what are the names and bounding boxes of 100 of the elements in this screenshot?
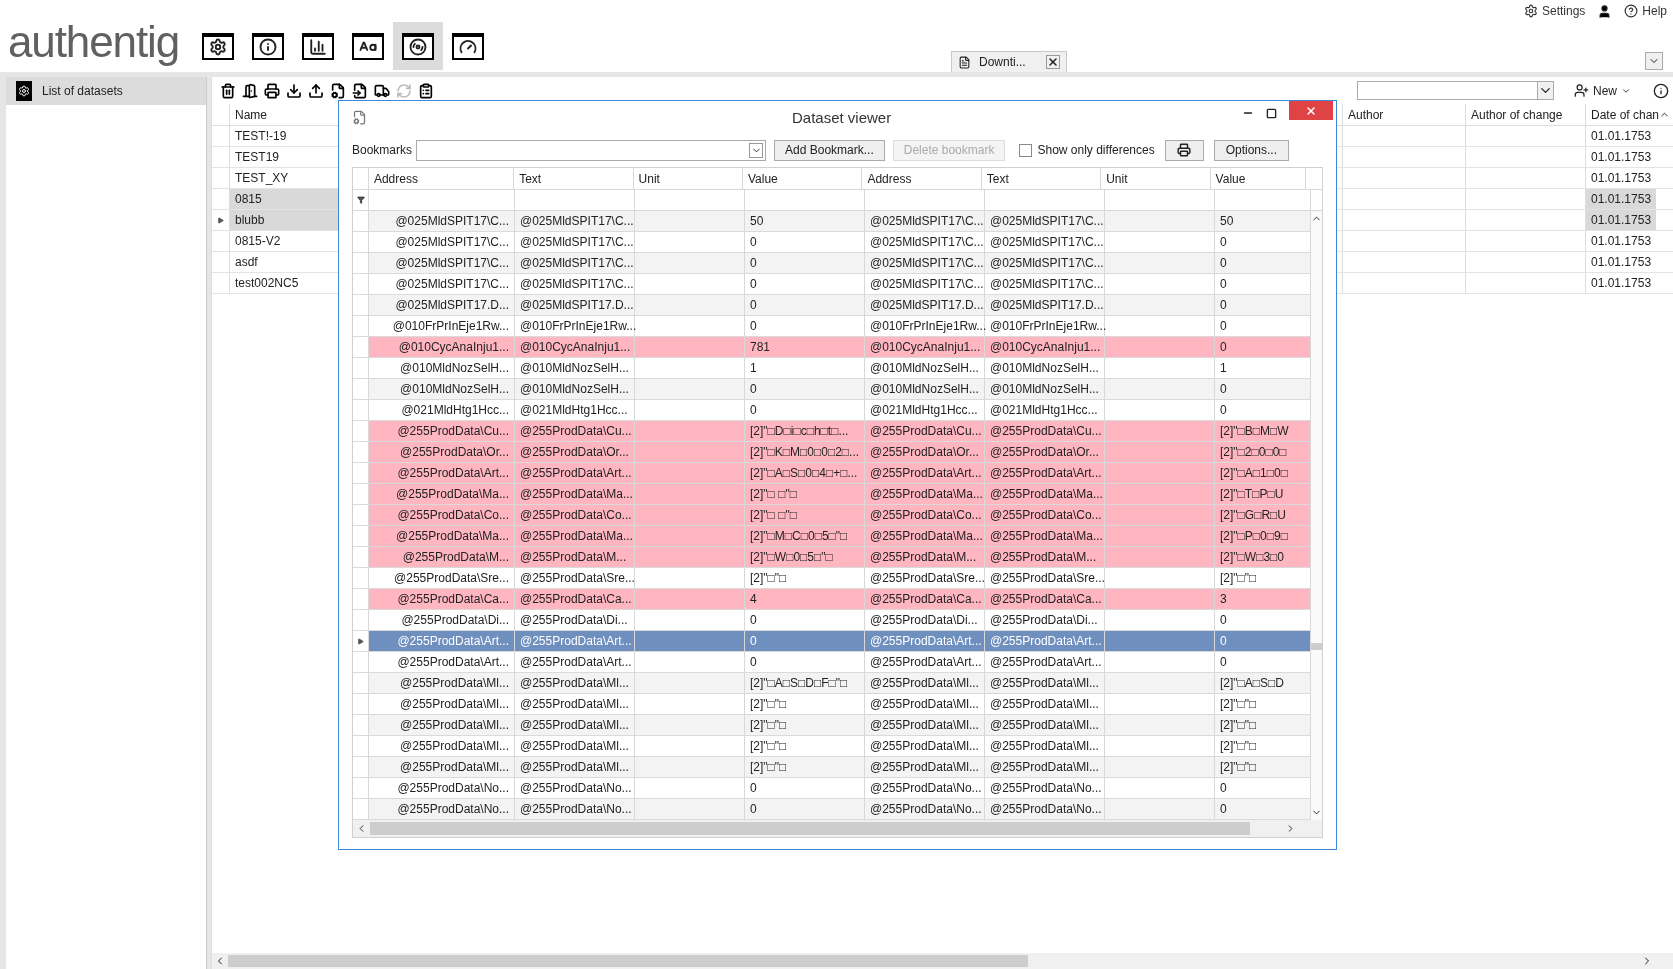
new-button[interactable]: New [1574,81,1631,100]
table-cell: @255ProdData\Art... [515,463,635,483]
scrollbar-thumb[interactable] [228,955,1028,967]
maximize-icon[interactable] [1266,107,1277,119]
scrollbar-thumb[interactable] [370,822,1250,835]
comparison-row[interactable]: @255ProdData\Art... @255ProdData\Art... [2]"□A□S□0□4□+□... @255ProdData\Art... @255ProdData\Art... [2]"□A□1□0□ [369,463,1311,483]
table-cell: 0 [745,400,865,420]
table-cell: @255ProdData\Art... [865,631,985,651]
printer-icon[interactable] [264,82,280,99]
download-icon[interactable] [286,82,302,99]
comparison-row[interactable]: @025MldSPIT17\C... @025MldSPIT17\C... 0 @025MldSPIT17\C... @025MldSPIT17\C... 0 [369,253,1311,273]
comparison-row[interactable]: @255ProdData\Ml... @255ProdData\Ml... [2]"□"□ @255ProdData\Ml... @255ProdData\Ml... [2]"□"□ [369,715,1311,735]
document-tab[interactable]: Downti... [951,51,1067,72]
column-header[interactable]: Name [230,104,338,125]
table-cell: @025MldSPIT17.D... [515,295,635,315]
table-cell: @255ProdData\Ml... [369,715,515,735]
scrollbar-thumb[interactable] [1310,643,1323,650]
comparison-row[interactable]: @025MldSPIT17.D... @025MldSPIT17.D... 0 @025MldSPIT17.D... @025MldSPIT17.D... 0 [369,295,1311,315]
table-cell: [2]"□"□ [745,736,865,756]
table-cell: @255ProdData\Ml... [515,757,635,777]
column-header[interactable]: Text [981,168,1102,189]
comparison-row[interactable]: @255ProdData\M... @255ProdData\M... [2]"□W□0□5□"□ @255ProdData\M... @255ProdData\M... [2]"□W□3□0 [369,547,1311,567]
printer-icon [1177,143,1192,157]
table-cell: @255ProdData\Ma... [865,484,985,504]
table-cell: @010CycAnaInju1... [369,337,515,357]
table-cell: @255ProdData\Cu... [369,421,515,441]
column-header[interactable]: Text [514,168,634,189]
table-cell: @025MldSPIT17\C... [985,211,1105,231]
column-header[interactable]: Date of chan [1585,104,1656,125]
user-icon[interactable] [1597,3,1613,19]
module-tab[interactable] [393,22,444,70]
close-icon[interactable] [1045,55,1060,69]
bookmarks-combobox[interactable] [416,139,767,161]
checkbox[interactable] [1019,143,1033,157]
upload-icon[interactable] [308,82,324,99]
door-icon[interactable] [242,82,258,99]
table-cell: @255ProdData\Art... [985,631,1105,651]
table-cell: @255ProdData\Di... [985,610,1105,630]
search-combobox[interactable] [1357,81,1554,100]
table-cell[interactable]: blubb [230,210,338,230]
truck-icon[interactable] [374,82,390,99]
table-cell: @010MldNozSelH... [985,379,1105,399]
table-cell[interactable]: TEST_XY [230,168,338,188]
table-cell: 0 [745,253,865,273]
table-cell[interactable]: 0815-V2 [230,231,338,251]
comparison-row[interactable]: @255ProdData\Cu... @255ProdData\Cu... [2]"□D□i□c□h□t□... @255ProdData\Cu... @255ProdData\Cu... [2]"□B□M□W [369,421,1311,441]
comparison-row[interactable]: @010CycAnaInju1... @010CycAnaInju1... 781 @010CycAnaInju1... @010CycAnaInju1... 0 [369,337,1311,357]
comparison-row[interactable]: @025MldSPIT17\C... @025MldSPIT17\C... 50 @025MldSPIT17\C... @025MldSPIT17\C... 50 [369,211,1311,231]
add-bookmark-button[interactable]: Add Bookmark... [774,139,885,161]
file-import-icon[interactable] [352,82,368,99]
table-cell: @021MldHtg1Hcc... [369,400,515,420]
comparison-row[interactable]: @255ProdData\Ml... @255ProdData\Ml... [2]"□A□S□D□F□"□ @255ProdData\Ml... @255ProdData\Ml... [2]"□A□S□D [369,673,1311,693]
table-cell: @255ProdData\Ml... [515,715,635,735]
comparison-row[interactable]: @255ProdData\Co... @255ProdData\Co... [2]"□ □"□ @255ProdData\Co... @255ProdData\Co... [2]"□G□R□U [369,505,1311,525]
comparison-row[interactable]: @255ProdData\Ml... @255ProdData\Ml... [2]"□"□ @255ProdData\Ml... @255ProdData\Ml... [2]"□"□ [369,757,1311,777]
comparison-row[interactable]: @255ProdData\No... @255ProdData\No... 0 @255ProdData\No... @255ProdData\No... 0 [369,799,1311,819]
table-cell: @255ProdData\No... [985,778,1105,798]
comparison-row[interactable]: @255ProdData\Or... @255ProdData\Or... [2]"□K□M□0□0□2□... @255ProdData\Or... @255ProdData\Or... [2]"□2□0□0□ [369,442,1311,462]
table-cell: 781 [745,337,865,357]
printer-button[interactable] [1164,139,1204,161]
comparison-row[interactable]: @010MldNozSelH... @010MldNozSelH... 0 @010MldNozSelH... @010MldNozSelH... 0 [369,379,1311,399]
table-cell: @255ProdData\No... [369,778,515,798]
column-header[interactable]: Value [1210,168,1307,189]
table-cell: @255ProdData\Or... [865,442,985,462]
table-cell[interactable]: test002NC5 [230,273,338,293]
close-button[interactable] [1289,101,1333,120]
table-cell: @010CycAnaInju1... [985,337,1105,357]
comparison-row[interactable]: @255ProdData\Ca... @255ProdData\Ca... 4 @255ProdData\Ca... @255ProdData\Ca... 3 [369,589,1311,609]
info-icon[interactable] [1653,82,1669,99]
help-link[interactable]: Help [1624,2,1667,20]
file-gear-icon[interactable] [330,82,346,99]
comparison-row[interactable]: @255ProdData\Ma... @255ProdData\Ma... [2]"□ □"□ @255ProdData\Ma... @255ProdData\Ma... [2]"□T□P□U [369,484,1311,504]
table-cell[interactable]: 0815 [230,189,338,209]
column-header[interactable]: Unit [1101,168,1211,189]
comparison-row[interactable]: @255ProdData\Ma... @255ProdData\Ma... [2]"□M□C□0□5□"□ @255ProdData\Ma... @255ProdData\Ma... [2]"□P□0□9□ [369,526,1311,546]
table-cell: [2]"□"□ [745,715,865,735]
clipboard-icon[interactable] [418,82,434,99]
table-cell: @010FrPrInEje1Rw... [515,316,635,336]
dropdown-button[interactable] [1645,52,1663,70]
column-header[interactable]: Value [743,168,863,189]
column-header[interactable]: Author [1342,104,1465,125]
column-header[interactable]: Address [368,168,515,189]
column-header[interactable]: Author of change [1465,104,1585,125]
options-button[interactable]: Options... [1213,139,1289,161]
table-cell[interactable]: asdf [230,252,338,272]
table-cell[interactable]: TEST!-19 [230,126,338,146]
gear-icon [18,85,30,97]
sidebar-item[interactable]: List of datasets [6,77,206,105]
settings-link[interactable]: Settings [1523,2,1586,20]
table-cell: @255ProdData\Art... [515,631,635,651]
table-cell[interactable]: TEST19 [230,147,338,167]
filter-icon[interactable] [356,196,365,204]
trash-icon[interactable] [220,82,236,99]
table-cell: @255ProdData\No... [515,799,635,819]
table-cell: @255ProdData\Di... [515,610,635,630]
table-cell: [2]"□"□ [745,568,865,588]
table-cell: @255ProdData\Ml... [865,694,985,714]
table-cell: @255ProdData\Sre... [515,568,635,588]
column-header[interactable]: Address [862,168,982,189]
column-header[interactable]: Unit [633,168,743,189]
